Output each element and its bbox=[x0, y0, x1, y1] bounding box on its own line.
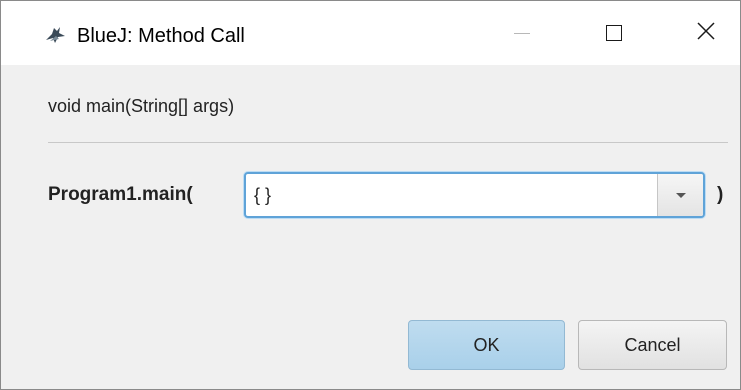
argument-dropdown-button[interactable] bbox=[657, 174, 703, 216]
minimize-icon bbox=[514, 32, 530, 34]
window-title: BlueJ: Method Call bbox=[77, 25, 245, 47]
call-prefix-label: Program1.main( bbox=[48, 184, 193, 205]
method-call-dialog: BlueJ: Method Call void main(String[] ar… bbox=[0, 0, 741, 390]
bluej-bird-icon bbox=[45, 25, 67, 45]
maximize-icon bbox=[606, 25, 622, 41]
close-icon bbox=[697, 21, 715, 45]
divider bbox=[48, 142, 728, 143]
argument-input[interactable] bbox=[254, 182, 654, 208]
call-suffix-label: ) bbox=[717, 184, 724, 205]
chevron-down-icon bbox=[675, 192, 686, 198]
title-bar[interactable]: BlueJ: Method Call bbox=[1, 1, 740, 65]
cancel-button[interactable]: Cancel bbox=[578, 320, 727, 370]
method-signature: void main(String[] args) bbox=[48, 96, 235, 116]
ok-button[interactable]: OK bbox=[408, 320, 565, 370]
argument-combobox[interactable] bbox=[244, 172, 705, 218]
minimize-button[interactable] bbox=[499, 1, 545, 65]
close-button[interactable] bbox=[683, 1, 729, 65]
maximize-button[interactable] bbox=[591, 1, 637, 65]
